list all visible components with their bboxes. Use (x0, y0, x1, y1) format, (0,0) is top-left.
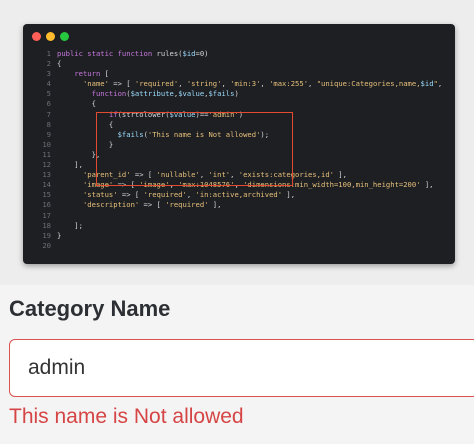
code-line: 18 ]; (29, 221, 449, 231)
code-text: }, (57, 149, 101, 159)
code-line: 15 'status' => [ 'required', 'in:active,… (29, 190, 449, 200)
code-text: 'status' => [ 'required', 'in:active,arc… (82, 190, 296, 200)
highlight-box (96, 112, 293, 186)
line-number: 14 (42, 180, 51, 190)
line-number: 11 (42, 149, 51, 159)
code-text: 'description' => [ 'required' ], (82, 200, 222, 210)
code-line: 3 return [ (29, 69, 449, 79)
code-line: 5 function($attribute,$value,$fails) (29, 89, 449, 99)
line-number: 12 (42, 160, 51, 170)
line-number: 6 (46, 99, 51, 109)
code-line: 1 public static function rules($id=0) (29, 49, 449, 59)
line-number: 5 (46, 89, 51, 99)
maximize-dot-icon[interactable] (60, 32, 69, 41)
code-text: return [ (74, 69, 109, 79)
code-text: } (57, 230, 62, 240)
line-number: 18 (42, 220, 51, 230)
line-number: 4 (46, 79, 51, 89)
line-number: 1 (46, 49, 51, 58)
field-label: Category Name (9, 296, 171, 321)
code-line: 6 { (29, 99, 449, 109)
code-line: 16 'description' => [ 'required' ], (29, 200, 449, 210)
window-controls (32, 32, 69, 41)
code-line: 17 (29, 211, 449, 221)
code-text: function($attribute,$value,$fails) (91, 89, 239, 99)
line-number: 10 (42, 139, 51, 149)
code-text: { (57, 59, 62, 69)
line-number: 13 (42, 170, 51, 180)
close-dot-icon[interactable] (32, 32, 41, 41)
code-text: { (57, 99, 96, 109)
input-value[interactable]: admin (28, 356, 85, 380)
line-number: 9 (46, 129, 51, 139)
line-number: 17 (42, 210, 51, 220)
line-number: 20 (42, 240, 51, 250)
line-number: 3 (46, 69, 51, 79)
minimize-dot-icon[interactable] (46, 32, 55, 41)
code-line: 20 (29, 241, 449, 251)
line-number: 8 (46, 119, 51, 129)
code-text: 'name' => [ 'required', 'string', 'min:3… (82, 79, 443, 89)
line-number: 7 (46, 109, 51, 119)
code-line: 2{ (29, 59, 449, 69)
code-editor-window: 1 public static function rules($id=0) 2{3 … (23, 24, 455, 264)
code-text: ], (57, 160, 83, 170)
code-text: ]; (57, 220, 83, 230)
line-number: 15 (42, 190, 51, 200)
code-line: 4 'name' => [ 'required', 'string', 'min… (29, 79, 449, 89)
line-number: 2 (46, 59, 51, 69)
code-line: 19} (29, 231, 449, 241)
error-message: This name is Not allowed (9, 405, 244, 428)
code-text: public static function rules($id=0) (57, 49, 209, 58)
line-number: 16 (42, 200, 51, 210)
line-number: 19 (42, 230, 51, 240)
